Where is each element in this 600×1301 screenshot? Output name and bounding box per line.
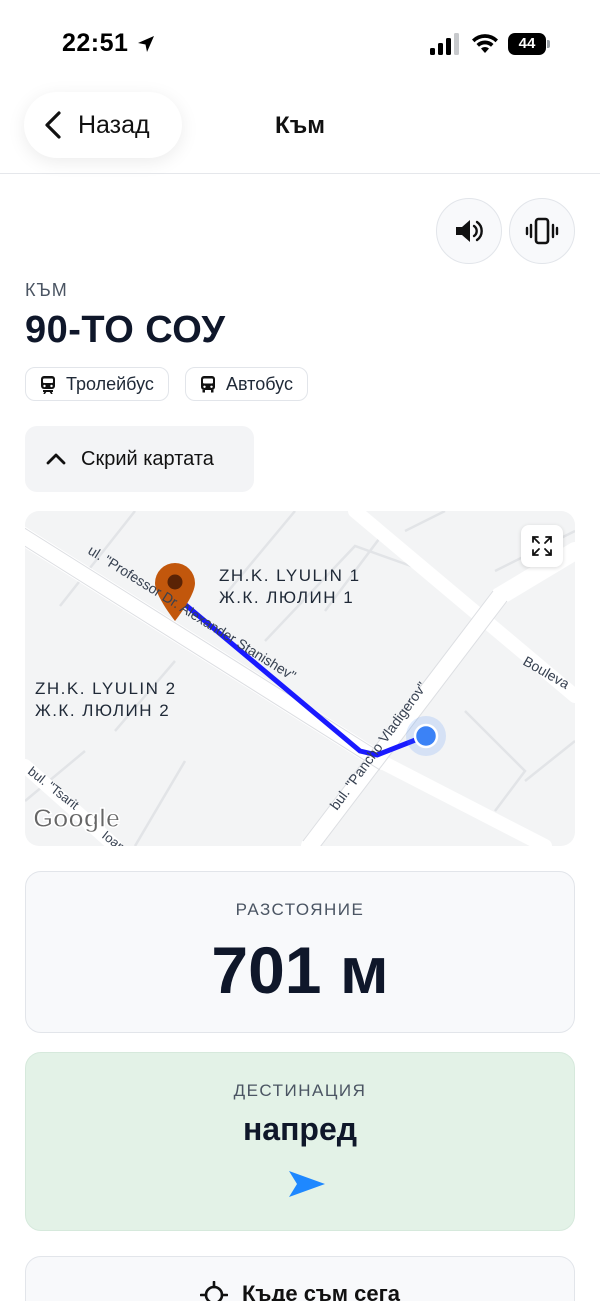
area-label-lyulin-1: ZH.K. LYULIN 1 Ж.К. ЛЮЛИН 1 [219, 565, 361, 609]
area-label-lyulin-2: ZH.K. LYULIN 2 Ж.К. ЛЮЛИН 2 [35, 678, 177, 722]
destination-name: 90-ТО СОУ [25, 309, 226, 351]
direction-overline: ДЕСТИНАЦИЯ [233, 1081, 367, 1100]
distance-card: РАЗСТОЯНИЕ 701 м [25, 871, 575, 1033]
crosshair-icon [199, 1281, 228, 1301]
nav-header: Назад Към [0, 90, 600, 174]
destination-overline: КЪМ [25, 280, 68, 300]
area-label-lyulin-2-cyrillic: Ж.К. ЛЮЛИН 2 [35, 701, 171, 720]
page-title: Към [275, 112, 325, 139]
battery-level: 44 [508, 33, 546, 55]
chip-trolleybus: Тролейбус [25, 367, 169, 401]
vibrate-toggle-button[interactable] [509, 198, 575, 264]
area-label-lyulin-1-cyrillic: Ж.К. ЛЮЛИН 1 [219, 588, 355, 607]
distance-value: 701 м [211, 933, 389, 1007]
chip-bus: Автобус [185, 367, 308, 401]
battery-cap [547, 40, 550, 48]
direction-arrow-shape [289, 1171, 325, 1197]
direction-value: напред [242, 1111, 358, 1147]
hide-map-button[interactable]: Скрий картата [25, 426, 254, 492]
wifi-icon [472, 34, 498, 53]
user-location-dot [413, 723, 439, 749]
area-label-lyulin-1-latin: ZH.K. LYULIN 1 [219, 566, 361, 585]
status-time: 22:51 [62, 29, 129, 57]
chevron-up-icon [46, 453, 66, 465]
speaker-icon [456, 220, 483, 242]
where-am-i-button[interactable]: Къде съм сега [25, 1256, 575, 1301]
expand-icon [532, 536, 552, 556]
battery-icon: 44 [508, 33, 550, 55]
google-logo: Google [32, 802, 121, 834]
vibrate-icon [525, 217, 559, 245]
trolleybus-icon [41, 376, 55, 394]
direction-card: ДЕСТИНАЦИЯ напред [25, 1052, 575, 1231]
chip-trolleybus-label: Тролейбус [66, 373, 154, 394]
chip-bus-label: Автобус [226, 373, 293, 394]
bus-icon [201, 376, 215, 393]
area-label-lyulin-2-latin: ZH.K. LYULIN 2 [35, 679, 177, 698]
direction-arrow-icon [289, 1171, 325, 1197]
cellular-signal-icon [430, 33, 459, 55]
where-am-i-label: Къде съм сега [241, 1281, 401, 1301]
location-arrow-icon [138, 36, 154, 52]
status-bar: 22:51 44 [0, 0, 600, 90]
hide-map-label: Скрий картата [81, 447, 214, 470]
sound-toggle-button[interactable] [436, 198, 502, 264]
distance-overline: РАЗСТОЯНИЕ [235, 900, 365, 919]
street-label-boulevard: Bouleva [521, 653, 573, 692]
map-expand-button[interactable] [521, 525, 563, 567]
map-view[interactable]: ul. "Professor Dr. Alexander Stanishev" … [25, 511, 575, 846]
street-label-stanishev: ul. "Professor Dr. Alexander Stanishev" [85, 542, 299, 684]
